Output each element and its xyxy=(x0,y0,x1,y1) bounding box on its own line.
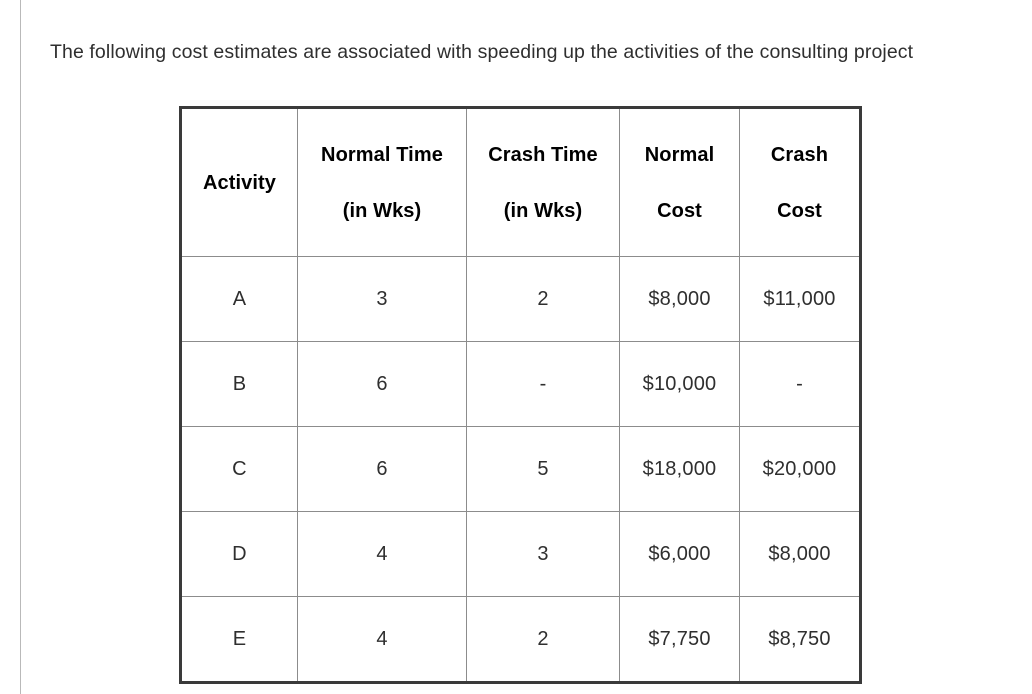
table-row: D 4 3 $6,000 $8,000 xyxy=(180,511,861,597)
cell-activity: A xyxy=(180,256,298,342)
cell-normal-cost: $10,000 xyxy=(619,341,740,427)
column-header-activity: Activity xyxy=(180,107,298,257)
column-header-activity-line1: Activity xyxy=(202,171,277,194)
column-header-normal-cost-line1: Normal xyxy=(644,143,715,166)
cell-crash-cost: - xyxy=(739,341,861,427)
cell-crash-time: - xyxy=(466,341,620,427)
cell-activity: E xyxy=(180,596,298,683)
cell-crash-time: 2 xyxy=(466,256,620,342)
cell-activity: C xyxy=(180,426,298,512)
column-header-crash-time-line2: (in Wks) xyxy=(503,199,583,222)
cell-crash-cost: $8,750 xyxy=(739,596,861,683)
column-header-normal-time-line2: (in Wks) xyxy=(342,199,422,222)
cell-normal-time: 6 xyxy=(297,426,467,512)
column-header-crash-cost: Crash Cost xyxy=(739,107,861,257)
table-body: A 3 2 $8,000 $11,000 B 6 - $10,000 - C 6… xyxy=(180,256,861,683)
cell-activity: B xyxy=(180,341,298,427)
column-header-crash-time-line1: Crash Time xyxy=(488,143,598,166)
column-header-normal-time: Normal Time (in Wks) xyxy=(297,107,467,257)
cell-crash-cost: $11,000 xyxy=(739,256,861,342)
cell-normal-cost: $6,000 xyxy=(619,511,740,597)
table-row: C 6 5 $18,000 $20,000 xyxy=(180,426,861,512)
column-header-crash-cost-line2: Cost xyxy=(777,199,822,222)
table-row: B 6 - $10,000 - xyxy=(180,341,861,427)
question-prompt: The following cost estimates are associa… xyxy=(50,40,914,63)
column-header-normal-cost-line2: Cost xyxy=(657,199,702,222)
cell-crash-time: 2 xyxy=(466,596,620,683)
column-header-normal-cost: Normal Cost xyxy=(619,107,740,257)
column-header-normal-time-line1: Normal Time xyxy=(321,143,443,166)
cell-normal-time: 6 xyxy=(297,341,467,427)
table-row: A 3 2 $8,000 $11,000 xyxy=(180,256,861,342)
cell-crash-cost: $20,000 xyxy=(739,426,861,512)
column-header-crash-time: Crash Time (in Wks) xyxy=(466,107,620,257)
cell-normal-time: 3 xyxy=(297,256,467,342)
table-row: E 4 2 $7,750 $8,750 xyxy=(180,596,861,683)
document-content: The following cost estimates are associa… xyxy=(0,0,1032,694)
cell-crash-time: 5 xyxy=(466,426,620,512)
cell-normal-time: 4 xyxy=(297,511,467,597)
cell-crash-time: 3 xyxy=(466,511,620,597)
cell-crash-cost: $8,000 xyxy=(739,511,861,597)
cell-normal-time: 4 xyxy=(297,596,467,683)
cell-normal-cost: $18,000 xyxy=(619,426,740,512)
table-header-row: Activity Normal Time (in Wks) Crash Time… xyxy=(180,107,861,257)
cost-estimates-table: Activity Normal Time (in Wks) Crash Time… xyxy=(179,106,862,684)
cell-activity: D xyxy=(180,511,298,597)
column-header-crash-cost-line1: Crash xyxy=(770,143,829,166)
cost-estimates-table-container: Activity Normal Time (in Wks) Crash Time… xyxy=(179,106,862,684)
cell-normal-cost: $8,000 xyxy=(619,256,740,342)
cell-normal-cost: $7,750 xyxy=(619,596,740,683)
